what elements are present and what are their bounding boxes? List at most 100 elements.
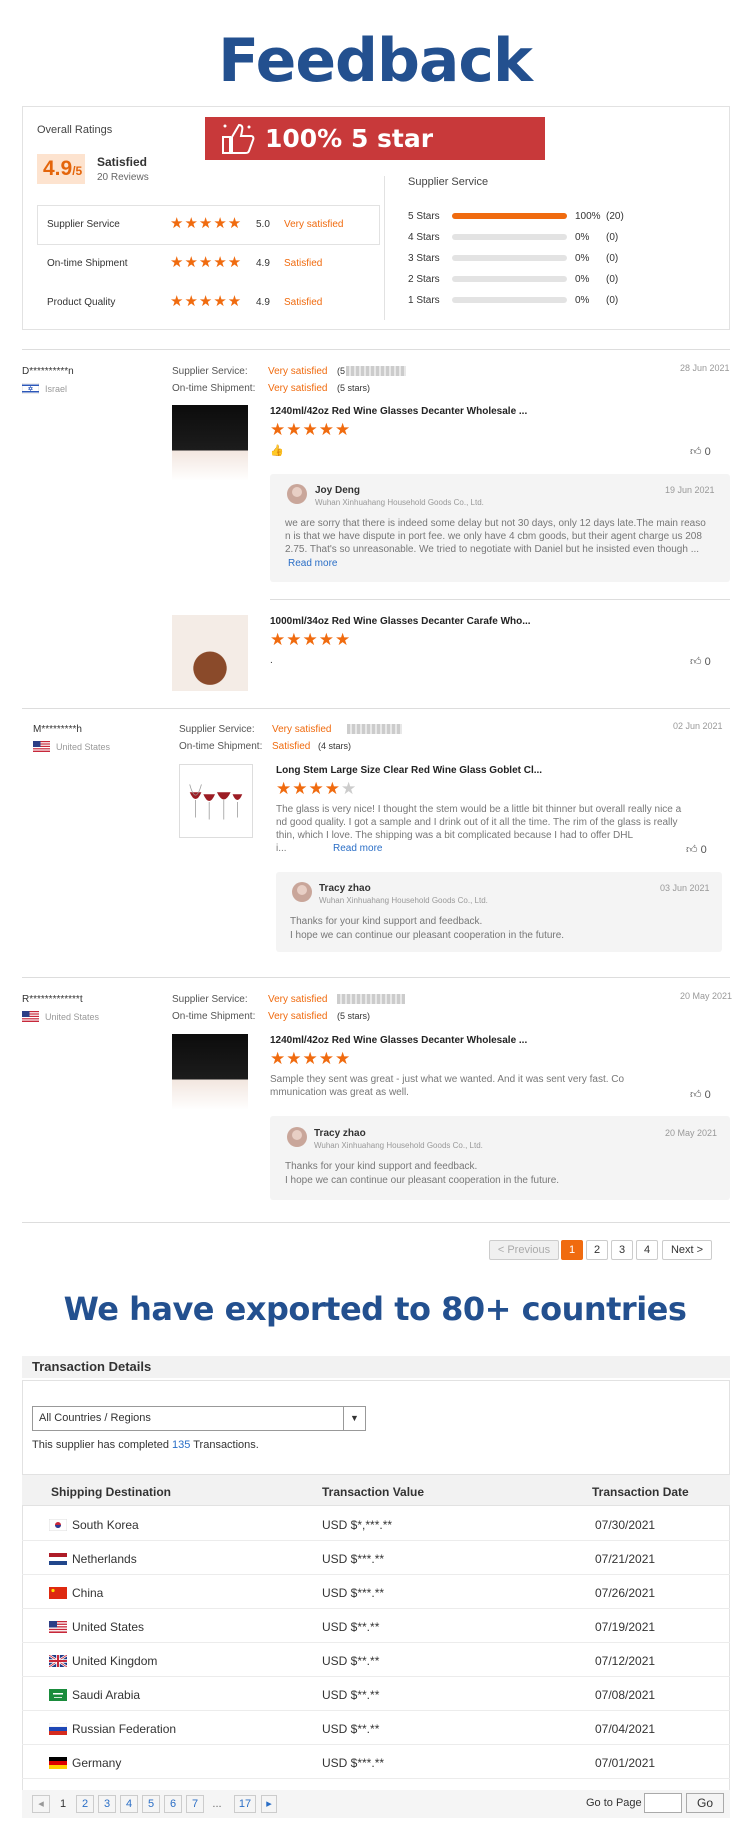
product-thumbnail[interactable] — [172, 615, 248, 691]
reply-name: Tracy zhao — [319, 883, 371, 894]
review-text: Sample they sent was great - just what w… — [270, 1074, 625, 1085]
product-thumbnail[interactable] — [179, 764, 253, 838]
like-button[interactable]: 👍︎ 0 — [690, 655, 711, 668]
page-1-button[interactable]: 1 — [561, 1240, 583, 1260]
rating-row-status: Satisfied — [284, 258, 323, 269]
destination: Germany — [72, 1756, 122, 1770]
destination: Saudi Arabia — [72, 1688, 141, 1702]
supplier-service-label: Supplier Service: — [172, 994, 248, 1005]
goto-page-input[interactable] — [644, 1793, 682, 1813]
page-button[interactable]: 17 — [234, 1795, 256, 1813]
like-button[interactable]: 👍︎ 0 — [690, 1088, 711, 1101]
date: 07/19/2021 — [595, 1620, 656, 1634]
table-row: United Kingdom USD $**.** 07/12/2021 — [22, 1643, 730, 1677]
chevron-down-icon: ▼ — [343, 1407, 365, 1430]
go-button[interactable]: Go — [686, 1793, 724, 1813]
reply-text: 2.75. That's so unreasonable. We tried t… — [285, 544, 700, 555]
page-4-button[interactable]: 4 — [636, 1240, 658, 1260]
like-button[interactable]: 👍︎ 0 — [690, 445, 711, 458]
page-2-button[interactable]: 2 — [586, 1240, 608, 1260]
product-title[interactable]: 1240ml/42oz Red Wine Glasses Decanter Wh… — [270, 1035, 527, 1046]
page-button[interactable]: 5 — [142, 1795, 160, 1813]
ellipsis: ... — [212, 1798, 222, 1810]
like-icon: 👍︎ — [690, 1089, 702, 1101]
reply-text: I hope we can continue our pleasant coop… — [290, 930, 565, 941]
product-thumbnail[interactable] — [172, 405, 248, 481]
overall-ratings-heading: Overall Ratings — [37, 124, 113, 136]
column-header: Transaction Date — [592, 1485, 689, 1499]
dist-count: (0) — [606, 274, 619, 285]
next-page-button[interactable]: ▸ — [261, 1795, 277, 1813]
dist-count: (0) — [606, 232, 619, 243]
dist-label: 2 Stars — [408, 274, 440, 285]
reply-company: Wuhan Xinhuahang Household Goods Co., Lt… — [315, 498, 484, 507]
value: USD $*,***.** — [322, 1518, 393, 1532]
us-flag-icon — [49, 1621, 67, 1633]
review-date: 20 May 2021 — [680, 991, 733, 1001]
transaction-summary: This supplier has completed 135 Transact… — [32, 1439, 259, 1451]
page-button[interactable]: 4 — [120, 1795, 138, 1813]
page-3-button[interactable]: 3 — [611, 1240, 633, 1260]
divider — [22, 1222, 730, 1223]
dist-label: 4 Stars — [408, 232, 440, 243]
netherlands-flag-icon — [49, 1553, 67, 1565]
rating-row-value: 4.9 — [256, 297, 270, 308]
read-more-link[interactable]: Read more — [288, 558, 337, 569]
product-stars: ★★★★★ — [270, 630, 352, 649]
thumbs-up-icon — [222, 123, 255, 154]
read-more-link[interactable]: Read more — [333, 843, 382, 854]
avatar — [287, 484, 307, 504]
page-button[interactable]: 7 — [186, 1795, 204, 1813]
review-text: mmunication was great as well. — [270, 1087, 409, 1098]
divider — [22, 977, 730, 978]
reply-text: I hope we can continue our pleasant coop… — [285, 1175, 560, 1186]
like-button[interactable]: 👍︎ 0 — [686, 843, 707, 856]
score-suffix: /5 — [72, 164, 83, 178]
page-button[interactable]: 3 — [98, 1795, 116, 1813]
reviewer-name: D**********n — [22, 366, 74, 377]
rating-stars: ★★★★★ — [170, 254, 243, 271]
dist-pct: 100% — [575, 211, 601, 222]
wine-glasses-image — [189, 784, 243, 820]
supplier-service-value: Very satisfied — [268, 366, 328, 377]
previous-button[interactable]: < Previous — [489, 1240, 559, 1260]
next-button[interactable]: Next > — [662, 1240, 712, 1260]
like-icon: 👍︎ — [690, 446, 702, 458]
avatar — [287, 1127, 307, 1147]
page-button[interactable]: 2 — [76, 1795, 94, 1813]
summary-text: This supplier has completed — [32, 1439, 173, 1451]
reply-date: 20 May 2021 — [665, 1128, 718, 1138]
reply-date: 19 Jun 2021 — [665, 485, 715, 495]
divider — [37, 244, 380, 245]
table-row: Russian Federation USD $**.** 07/04/2021 — [22, 1711, 730, 1745]
country-region-select[interactable]: All Countries / Regions ▼ — [32, 1406, 366, 1431]
rating-row-label: On-time Shipment — [47, 258, 128, 269]
dist-bar — [452, 234, 567, 240]
rating-row-label: Supplier Service — [47, 219, 120, 230]
reviewer-name: R*************t — [22, 994, 83, 1005]
prev-page-button[interactable]: ◂ — [32, 1795, 50, 1813]
product-title[interactable]: 1240ml/42oz Red Wine Glasses Decanter Wh… — [270, 406, 527, 417]
supplier-service-label: Supplier Service: — [172, 366, 248, 377]
like-count: 0 — [700, 844, 707, 856]
value: USD $**.** — [322, 1722, 380, 1736]
supplier-service-extra: (5 — [337, 366, 346, 376]
destination: United States — [72, 1620, 145, 1634]
ontime-shipment-value: Very satisfied — [268, 383, 328, 394]
table-row: Saudi Arabia USD $**.** 07/08/2021 — [22, 1677, 730, 1711]
page-button[interactable]: 6 — [164, 1795, 182, 1813]
five-star-banner: 100% 5 star reviews — [205, 117, 545, 196]
reply-name: Joy Deng — [315, 485, 361, 496]
product-thumbnail[interactable] — [172, 1034, 248, 1110]
page-button[interactable]: 1 — [54, 1795, 72, 1813]
rating-row-status: Very satisfied — [284, 219, 344, 230]
product-title[interactable]: Long Stem Large Size Clear Red Wine Glas… — [276, 765, 542, 776]
ontime-shipment-extra: (5 stars) — [337, 1011, 371, 1021]
dist-label: 1 Stars — [408, 295, 440, 306]
reply-text: Thanks for your kind support and feedbac… — [285, 1161, 478, 1172]
reply-text: Thanks for your kind support and feedbac… — [290, 916, 483, 927]
date: 07/26/2021 — [595, 1586, 656, 1600]
product-title[interactable]: 1000ml/34oz Red Wine Glasses Decanter Ca… — [270, 616, 531, 627]
reviewer-country: Israel — [45, 384, 68, 394]
dist-count: (0) — [606, 295, 619, 306]
